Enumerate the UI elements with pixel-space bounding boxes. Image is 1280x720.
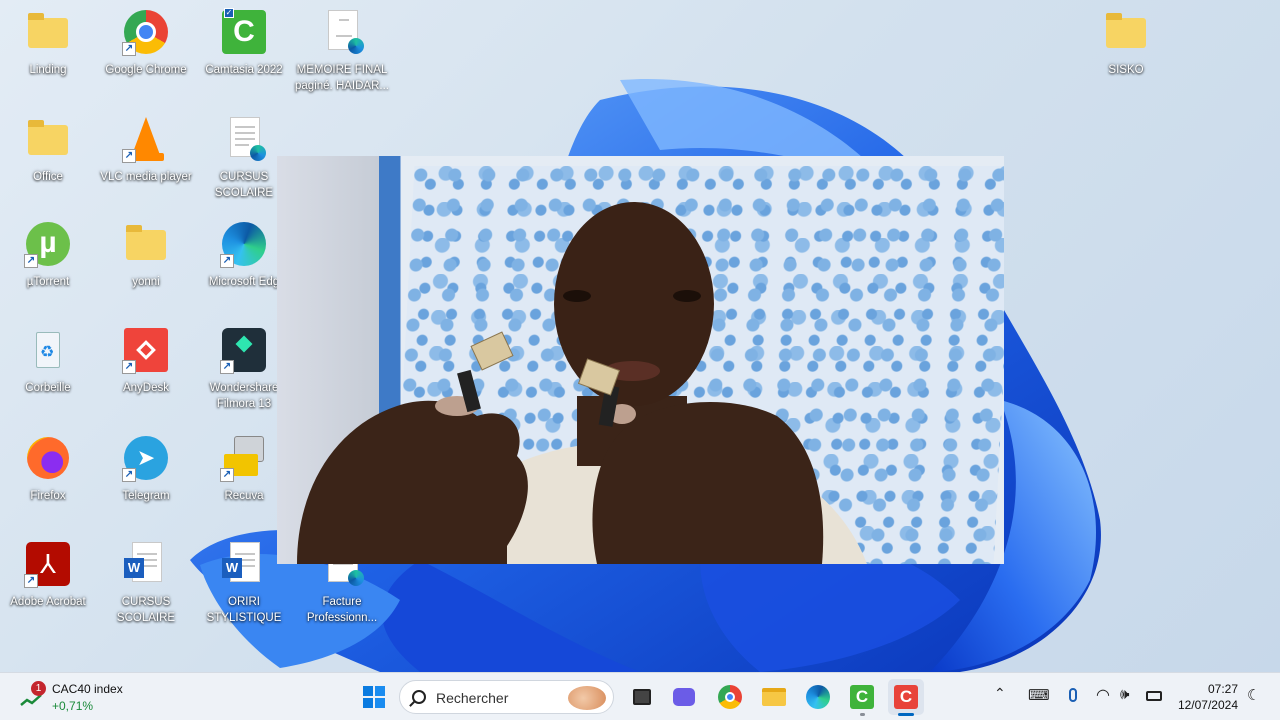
- desktop-icon-utorrent[interactable]: µ ↗ µTorrent: [0, 218, 96, 314]
- desktop-icon-corbeille[interactable]: ♻ Corbeille: [0, 324, 96, 420]
- camtasia-recorder-icon: C: [894, 685, 918, 709]
- firefox-icon: [24, 434, 72, 482]
- desktop-icon-label: CURSUS SCOLAIRE: [214, 171, 274, 199]
- desktop-icon-adobe-acrobat[interactable]: ⅄ ↗ Adobe Acrobat: [0, 538, 96, 634]
- recuva-icon: ↗: [220, 434, 268, 482]
- desktop-icon-label: MEMOIRE FINAL paginé. HAIDAR...: [295, 64, 389, 92]
- desktop-icon-label: yonni: [132, 276, 160, 288]
- desktop-icon-label: SISKO: [1108, 64, 1144, 76]
- pdf-document-icon: [318, 8, 366, 56]
- camtasia-icon: C: [850, 685, 874, 709]
- desktop-icon-label: Telegram: [122, 490, 170, 502]
- chrome-icon: [718, 685, 742, 709]
- word-icon: W: [122, 540, 170, 588]
- desktop-icon-google-chrome[interactable]: ↗ Google Chrome: [98, 6, 194, 102]
- teams-button[interactable]: [666, 679, 702, 715]
- utorrent-icon: µ ↗: [24, 220, 72, 268]
- chevron-up-icon[interactable]: ⌃: [994, 685, 1006, 702]
- task-view-icon: [633, 689, 651, 705]
- microphone-icon[interactable]: [1069, 688, 1077, 702]
- file-explorer-icon: [762, 688, 786, 706]
- start-button[interactable]: [356, 679, 392, 715]
- taskbar: 1 CAC40 index +0,71% Rechercher C C ⌃ ⌨ …: [0, 672, 1280, 720]
- desktop-icon-label: ORIRI STYLISTIQUE: [206, 596, 282, 624]
- anydesk-icon: ↗: [122, 326, 170, 374]
- volume-icon[interactable]: 🕪: [1120, 686, 1129, 703]
- file-explorer-button[interactable]: [756, 679, 792, 715]
- search-icon-handle: [409, 701, 415, 707]
- pdf-document-icon: [220, 115, 268, 163]
- edge-icon: [806, 685, 830, 709]
- desktop-icon-label: CURSUS SCOLAIRE: [116, 596, 176, 624]
- folder-icon: [24, 8, 72, 56]
- desktop-icon-label: Microsoft Edg: [208, 276, 280, 288]
- stock-title: CAC40 index: [52, 682, 123, 696]
- desktop-icon-label: Recuva: [224, 490, 264, 502]
- chrome-taskbar-button[interactable]: [712, 679, 748, 715]
- notification-badge: 1: [31, 681, 46, 696]
- chrome-icon: ↗: [122, 8, 170, 56]
- camtasia-icon: C ✓: [220, 8, 268, 56]
- word-icon: W: [220, 540, 268, 588]
- desktop-icon-label: Wondershare Filmora 13: [209, 382, 279, 410]
- vlc-icon: ↗: [122, 115, 170, 163]
- desktop-icon-office[interactable]: Office: [0, 113, 96, 209]
- telegram-icon: ➤ ↗: [122, 434, 170, 482]
- acrobat-icon: ⅄ ↗: [24, 540, 72, 588]
- teams-icon: [673, 688, 695, 706]
- battery-icon[interactable]: [1146, 691, 1162, 701]
- filmora-icon: ↗: [220, 326, 268, 374]
- desktop-icon-cursus-scolaire-word[interactable]: W CURSUS SCOLAIRE: [98, 538, 194, 634]
- webcam-overlay: [277, 156, 1004, 564]
- desktop-icon-label: Corbeille: [25, 382, 71, 394]
- stock-widget[interactable]: 1 CAC40 index +0,71%: [18, 679, 148, 717]
- desktop-icon-label: AnyDesk: [122, 382, 170, 394]
- recycle-bin-icon: ♻: [24, 326, 72, 374]
- desktop-icon-label: Office: [33, 171, 63, 183]
- desktop-icon-label: Google Chrome: [105, 64, 187, 76]
- desktop: Linding Office µ ↗ µTorrent ♻ Corbeille …: [0, 0, 1280, 672]
- folder-icon: [122, 220, 170, 268]
- clock-time: 07:27: [1207, 682, 1238, 696]
- edge-icon: ↗: [220, 220, 268, 268]
- clock-date: 12/07/2024: [1177, 698, 1238, 712]
- desktop-icon-yonni[interactable]: yonni: [98, 218, 194, 314]
- search-box[interactable]: Rechercher: [399, 680, 614, 714]
- stock-change: +0,71%: [52, 699, 94, 713]
- task-view-button[interactable]: [624, 679, 660, 715]
- person-holding-usb-cables: [297, 202, 867, 564]
- camtasia-taskbar-button[interactable]: C: [844, 679, 880, 716]
- desktop-icon-label: VLC media player: [100, 171, 192, 183]
- clock[interactable]: 07:27 12/07/2024: [1176, 681, 1238, 713]
- search-placeholder: Rechercher: [436, 690, 509, 706]
- desktop-icon-memoire-final[interactable]: MEMOIRE FINAL paginé. HAIDAR...: [294, 6, 390, 102]
- desktop-icon-label: Facture Professionn...: [306, 596, 378, 624]
- windows-logo-icon: [363, 686, 385, 708]
- edge-taskbar-button[interactable]: [800, 679, 836, 715]
- wifi-icon[interactable]: ◠: [1096, 685, 1110, 705]
- keyboard-icon[interactable]: ⌨: [1028, 686, 1050, 704]
- desktop-icon-vlc[interactable]: ↗ VLC media player: [98, 113, 194, 209]
- desktop-icon-firefox[interactable]: Firefox: [0, 432, 96, 528]
- camtasia-recorder-taskbar-button[interactable]: C: [888, 679, 924, 716]
- folder-icon: [1102, 8, 1150, 56]
- desktop-icon-linding[interactable]: Linding: [0, 6, 96, 102]
- desktop-icon-sisko[interactable]: SISKO: [1078, 6, 1174, 102]
- desktop-icon-camtasia-2022[interactable]: C ✓ Camtasia 2022: [196, 6, 292, 102]
- search-highlight-shell-icon: [568, 686, 606, 710]
- desktop-icon-label: Camtasia 2022: [205, 64, 283, 76]
- desktop-icon-telegram[interactable]: ➤ ↗ Telegram: [98, 432, 194, 528]
- desktop-icon-label: µTorrent: [26, 276, 70, 288]
- folder-icon: [24, 115, 72, 163]
- desktop-icon-label: Adobe Acrobat: [10, 596, 86, 608]
- running-indicator: [860, 713, 865, 716]
- desktop-icon-label: Firefox: [30, 490, 66, 502]
- notification-moon-icon[interactable]: ☾: [1247, 686, 1260, 704]
- active-indicator: [898, 713, 914, 716]
- desktop-icon-label: Linding: [29, 64, 67, 76]
- desktop-icon-anydesk[interactable]: ↗ AnyDesk: [98, 324, 194, 420]
